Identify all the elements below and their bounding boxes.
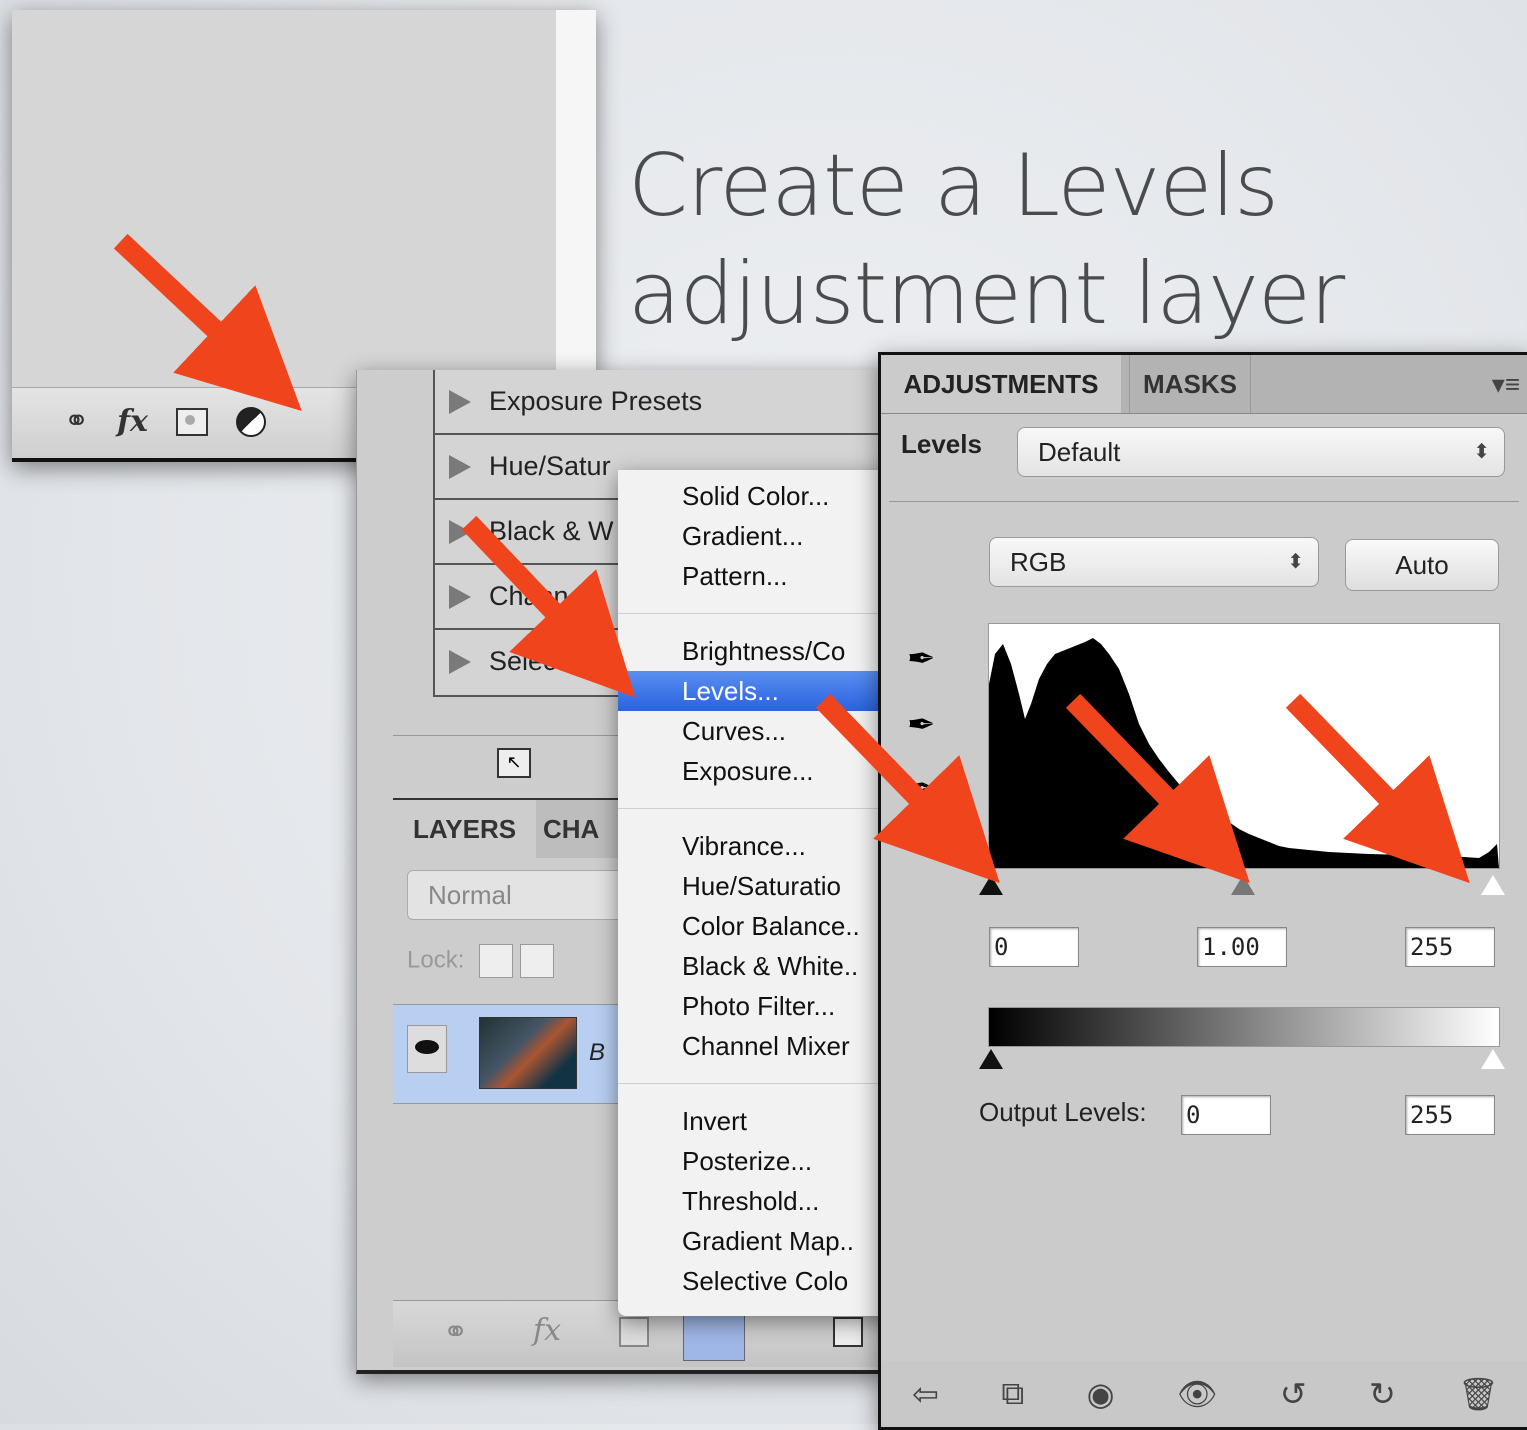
arrow-to-white-slider: [1285, 693, 1470, 884]
arrow-to-gamma-slider: [1065, 693, 1250, 884]
arrow-to-levels-item: [461, 515, 636, 698]
arrow-to-adjustment-icon: [113, 233, 302, 412]
arrow-to-black-slider: [815, 693, 1000, 884]
annotation-arrows: [113, 233, 1470, 884]
